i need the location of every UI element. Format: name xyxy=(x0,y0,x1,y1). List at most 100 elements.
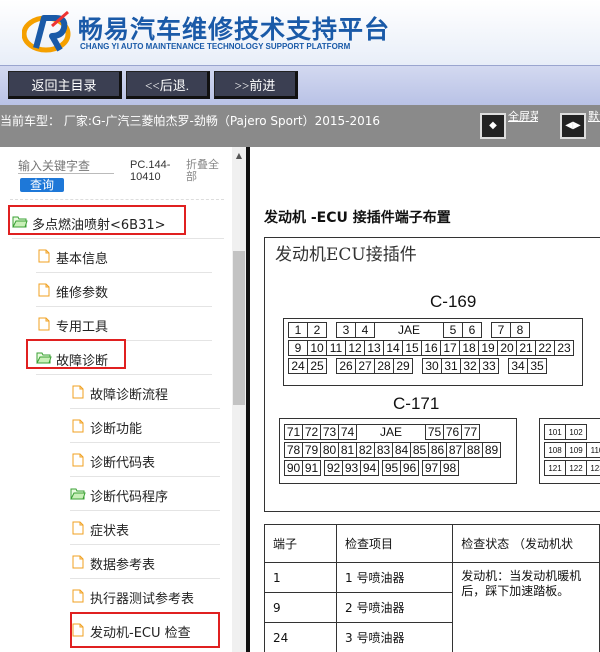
connector-pin: 74 xyxy=(338,424,357,440)
tree-item[interactable]: 执行器测试参考表 xyxy=(70,579,220,613)
connector-pin: 79 xyxy=(302,442,321,458)
default-view-link[interactable]: 默认视 xyxy=(588,110,600,123)
tree-item[interactable]: 诊断功能 xyxy=(70,409,220,443)
connector-pin: 13 xyxy=(364,340,384,356)
connector-pin: 5 xyxy=(443,322,463,338)
folder-open-icon xyxy=(70,488,86,500)
pc-code: PC.144-10410 xyxy=(130,159,171,183)
pin-row: 71 72 73 74 JAE 75 76 77 xyxy=(284,424,480,440)
table-header: 检查状态 （发动机状 xyxy=(452,524,600,563)
document-view: 发动机 -ECU 接插件端子布置 发动机ECU接插件 C-169 C-171 1… xyxy=(250,147,600,652)
tree-item[interactable]: 症状表 xyxy=(70,511,220,545)
connector-pin: 34 xyxy=(508,358,528,374)
connector-pin: 3 xyxy=(336,322,356,338)
connector-pin: 1 xyxy=(288,322,308,338)
tree-item[interactable]: 基本信息 xyxy=(36,239,212,273)
default-view-icon[interactable]: ◀▶ xyxy=(560,113,586,139)
connector-pin: 93 xyxy=(342,460,361,476)
tree-item[interactable]: 专用工具 xyxy=(36,307,212,341)
connector-pin: 73 xyxy=(320,424,339,440)
connector-pin: 12 xyxy=(345,340,365,356)
connector-pin: 77 xyxy=(461,424,480,440)
collapse-all-link[interactable]: 折叠全部 xyxy=(186,159,226,183)
connector-pin: 16 xyxy=(421,340,441,356)
connector-pin: JAE xyxy=(374,322,444,338)
connector-pin: 91 xyxy=(302,460,321,476)
table-row: 1 1 号喷油器 发动机：当发动机暖机后，踩下加速踏板。 xyxy=(263,562,600,652)
connector-pin: 33 xyxy=(479,358,499,374)
connector-pin: 101 xyxy=(544,424,566,440)
connector-pin: 72 xyxy=(302,424,321,440)
pin-row: 24 25 26 27 28 29 30 31 32 33 34 35 xyxy=(288,358,547,374)
pin-row: 9 10 11 12 13 14 15 16 17 18 19 20 21 22 23 xyxy=(288,340,574,356)
connector-c171-label: C-171 xyxy=(393,394,440,413)
document-icon xyxy=(38,249,50,263)
forward-button[interactable]: >>前进 xyxy=(214,71,298,99)
tree-item[interactable]: 故障诊断流程 xyxy=(70,375,220,409)
connector-c169-label: C-169 xyxy=(430,292,477,311)
highlight-box xyxy=(26,339,126,369)
fullscreen-menu-icon[interactable]: ◆ xyxy=(480,113,506,139)
connector-pin: 23 xyxy=(554,340,574,356)
connector-pin: 30 xyxy=(422,358,442,374)
document-title: 发动机 -ECU 接插件端子布置 xyxy=(264,210,451,226)
tree-item-label: 专用工具 xyxy=(56,320,109,335)
connector-pin: 21 xyxy=(516,340,536,356)
tree-item-label: 数据参考表 xyxy=(90,558,156,573)
scroll-thumb[interactable] xyxy=(233,251,245,405)
connector-pin: 32 xyxy=(460,358,480,374)
connector-pin: 84 xyxy=(392,442,411,458)
fullscreen-menu-link[interactable]: 全屏菜单 xyxy=(508,110,538,123)
connector-pin: 19 xyxy=(478,340,498,356)
connector-pin: 4 xyxy=(355,322,375,338)
scroll-up-icon[interactable]: ▲ xyxy=(232,151,246,161)
table-cell-state: 发动机：当发动机暖机后，踩下加速踏板。 xyxy=(452,562,600,652)
vehicle-bar: 当前车型： 厂家:G-广汽三菱帕杰罗-劲畅（Pajero Sport）2015-… xyxy=(0,105,600,147)
connector-pin: 6 xyxy=(462,322,482,338)
tree-item[interactable]: 数据参考表 xyxy=(70,545,220,579)
pin-row: 1 2 3 4 JAE 5 6 7 8 xyxy=(288,322,530,338)
current-vehicle: 当前车型： 厂家:G-广汽三菱帕杰罗-劲畅（Pajero Sport）2015-… xyxy=(0,114,381,128)
pin-row: 101 102 xyxy=(544,424,587,440)
app-subtitle: CHANG YI AUTO MAINTENANCE TECHNOLOGY SUP… xyxy=(80,42,351,51)
search-button[interactable]: 查询 xyxy=(20,178,64,192)
pin-row: 121122123 xyxy=(544,460,600,476)
connector-pin: 110 xyxy=(586,442,600,458)
table-header: 端子 xyxy=(263,524,338,563)
connector-pin: 35 xyxy=(527,358,547,374)
connector-pin: 15 xyxy=(402,340,422,356)
connector-pin: 88 xyxy=(464,442,483,458)
table-cell: 1 号喷油器 xyxy=(336,562,454,593)
tree-item[interactable]: 诊断代码表 xyxy=(70,443,220,477)
connector-pin: 22 xyxy=(535,340,555,356)
connector-pin: 11 xyxy=(326,340,346,356)
pin-row: 90 91 92 93 94 95 96 97 98 xyxy=(284,460,459,476)
connector-pin: 81 xyxy=(338,442,357,458)
home-button[interactable]: 返回主目录 xyxy=(8,71,122,99)
tree-item-label: 基本信息 xyxy=(56,252,109,267)
connector-pin: 20 xyxy=(497,340,517,356)
connector-pin: 8 xyxy=(510,322,530,338)
connector-pin: 85 xyxy=(410,442,429,458)
tree-item-label: 诊断代码表 xyxy=(90,456,156,471)
connector-pin: 87 xyxy=(446,442,465,458)
connector-pin: 31 xyxy=(441,358,461,374)
tree-panel: 查询 PC.144-10410 折叠全部 多点燃油喷射<6B31>基本信息维修参… xyxy=(0,147,232,652)
tree-item-label: 诊断代码程序 xyxy=(90,490,169,505)
scrollbar[interactable]: ▲ xyxy=(232,147,246,652)
tree-item-label: 执行器测试参考表 xyxy=(90,592,195,607)
highlight-box xyxy=(70,612,220,648)
search-input[interactable] xyxy=(18,159,114,174)
connector-pin: 27 xyxy=(355,358,375,374)
document-icon xyxy=(38,283,50,297)
highlight-box xyxy=(8,205,186,235)
back-button[interactable]: <<后退. xyxy=(126,71,210,99)
logo-icon xyxy=(22,10,71,53)
connector-pin: 90 xyxy=(284,460,303,476)
connector-pin: 17 xyxy=(440,340,460,356)
tree-item[interactable]: 诊断代码程序 xyxy=(70,477,220,511)
connector-pin: 71 xyxy=(284,424,303,440)
connector-pin: 29 xyxy=(393,358,413,374)
tree-item[interactable]: 维修参数 xyxy=(36,273,212,307)
tree-item-label: 症状表 xyxy=(90,524,130,539)
